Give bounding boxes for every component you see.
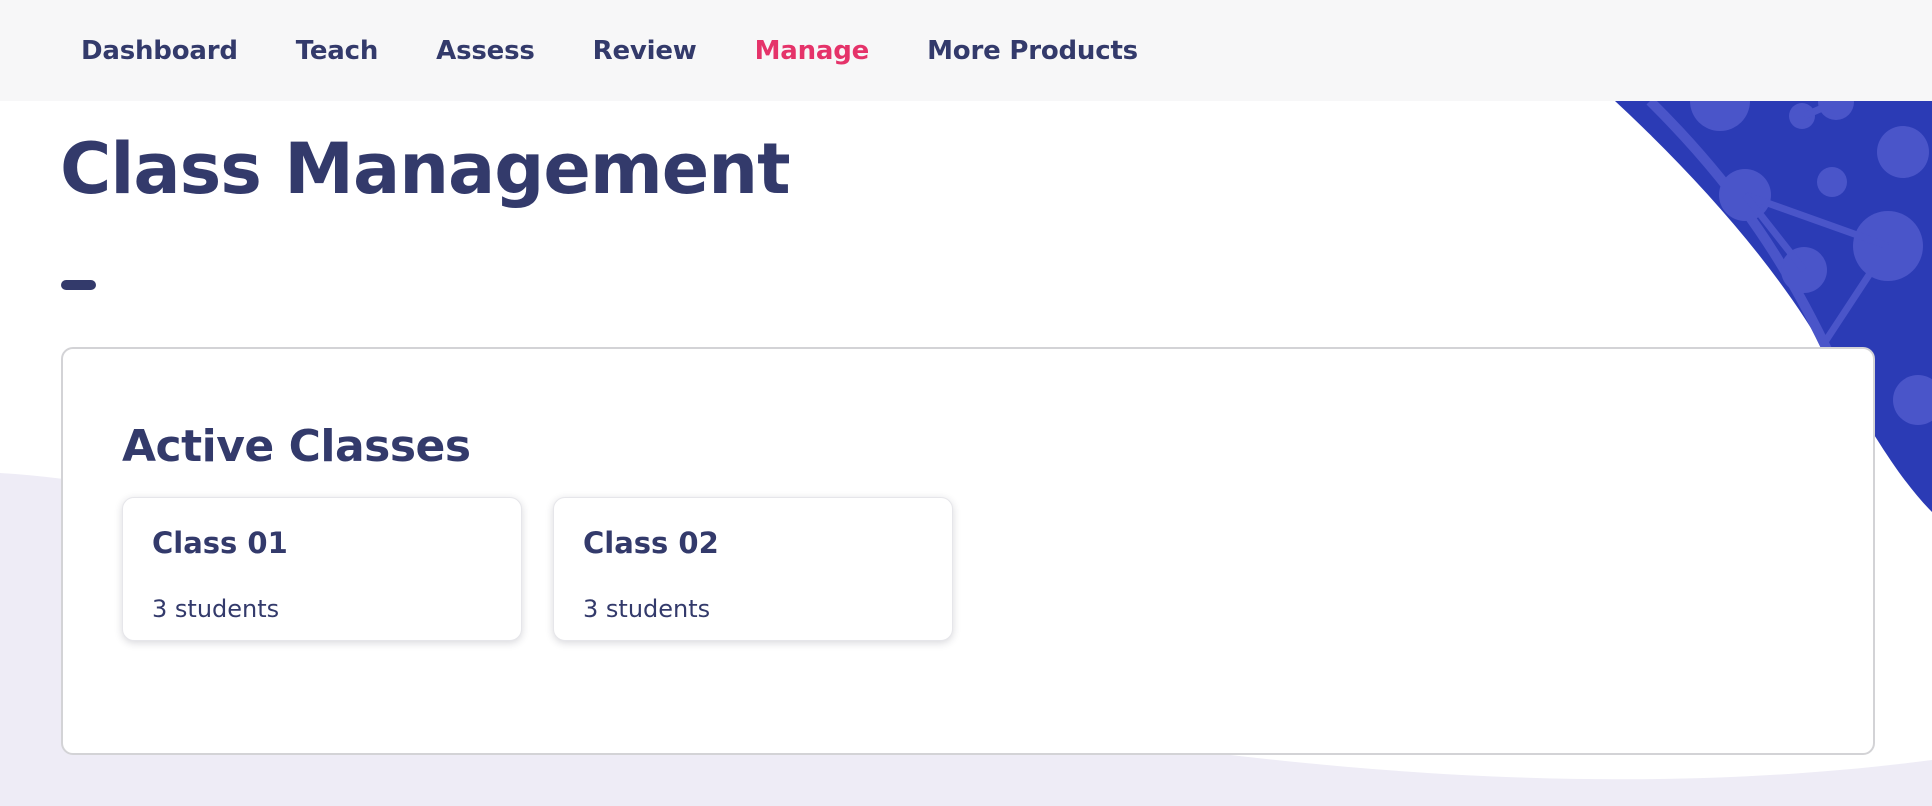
nav-dashboard[interactable]: Dashboard <box>81 36 238 66</box>
class-name: Class 01 <box>152 526 288 560</box>
top-navigation: Dashboard Teach Assess Review Manage Mor… <box>0 0 1932 101</box>
page-title: Class Management <box>60 128 791 210</box>
class-name: Class 02 <box>583 526 719 560</box>
page: Dashboard Teach Assess Review Manage Mor… <box>0 0 1932 806</box>
class-card-list: Class 01 3 students Class 02 3 students <box>122 497 953 641</box>
title-underline <box>61 280 96 290</box>
nav-review[interactable]: Review <box>593 36 697 66</box>
nav-teach[interactable]: Teach <box>296 36 379 66</box>
nav-manage[interactable]: Manage <box>755 36 870 66</box>
class-student-count: 3 students <box>152 595 280 623</box>
active-classes-panel: Active Classes Class 01 3 students Class… <box>61 347 1875 755</box>
nav-assess[interactable]: Assess <box>436 36 535 66</box>
class-card-01[interactable]: Class 01 3 students <box>122 497 522 641</box>
class-card-02[interactable]: Class 02 3 students <box>553 497 953 641</box>
class-student-count: 3 students <box>583 595 711 623</box>
nav-more-products[interactable]: More Products <box>927 36 1138 66</box>
active-classes-title: Active Classes <box>122 421 471 472</box>
